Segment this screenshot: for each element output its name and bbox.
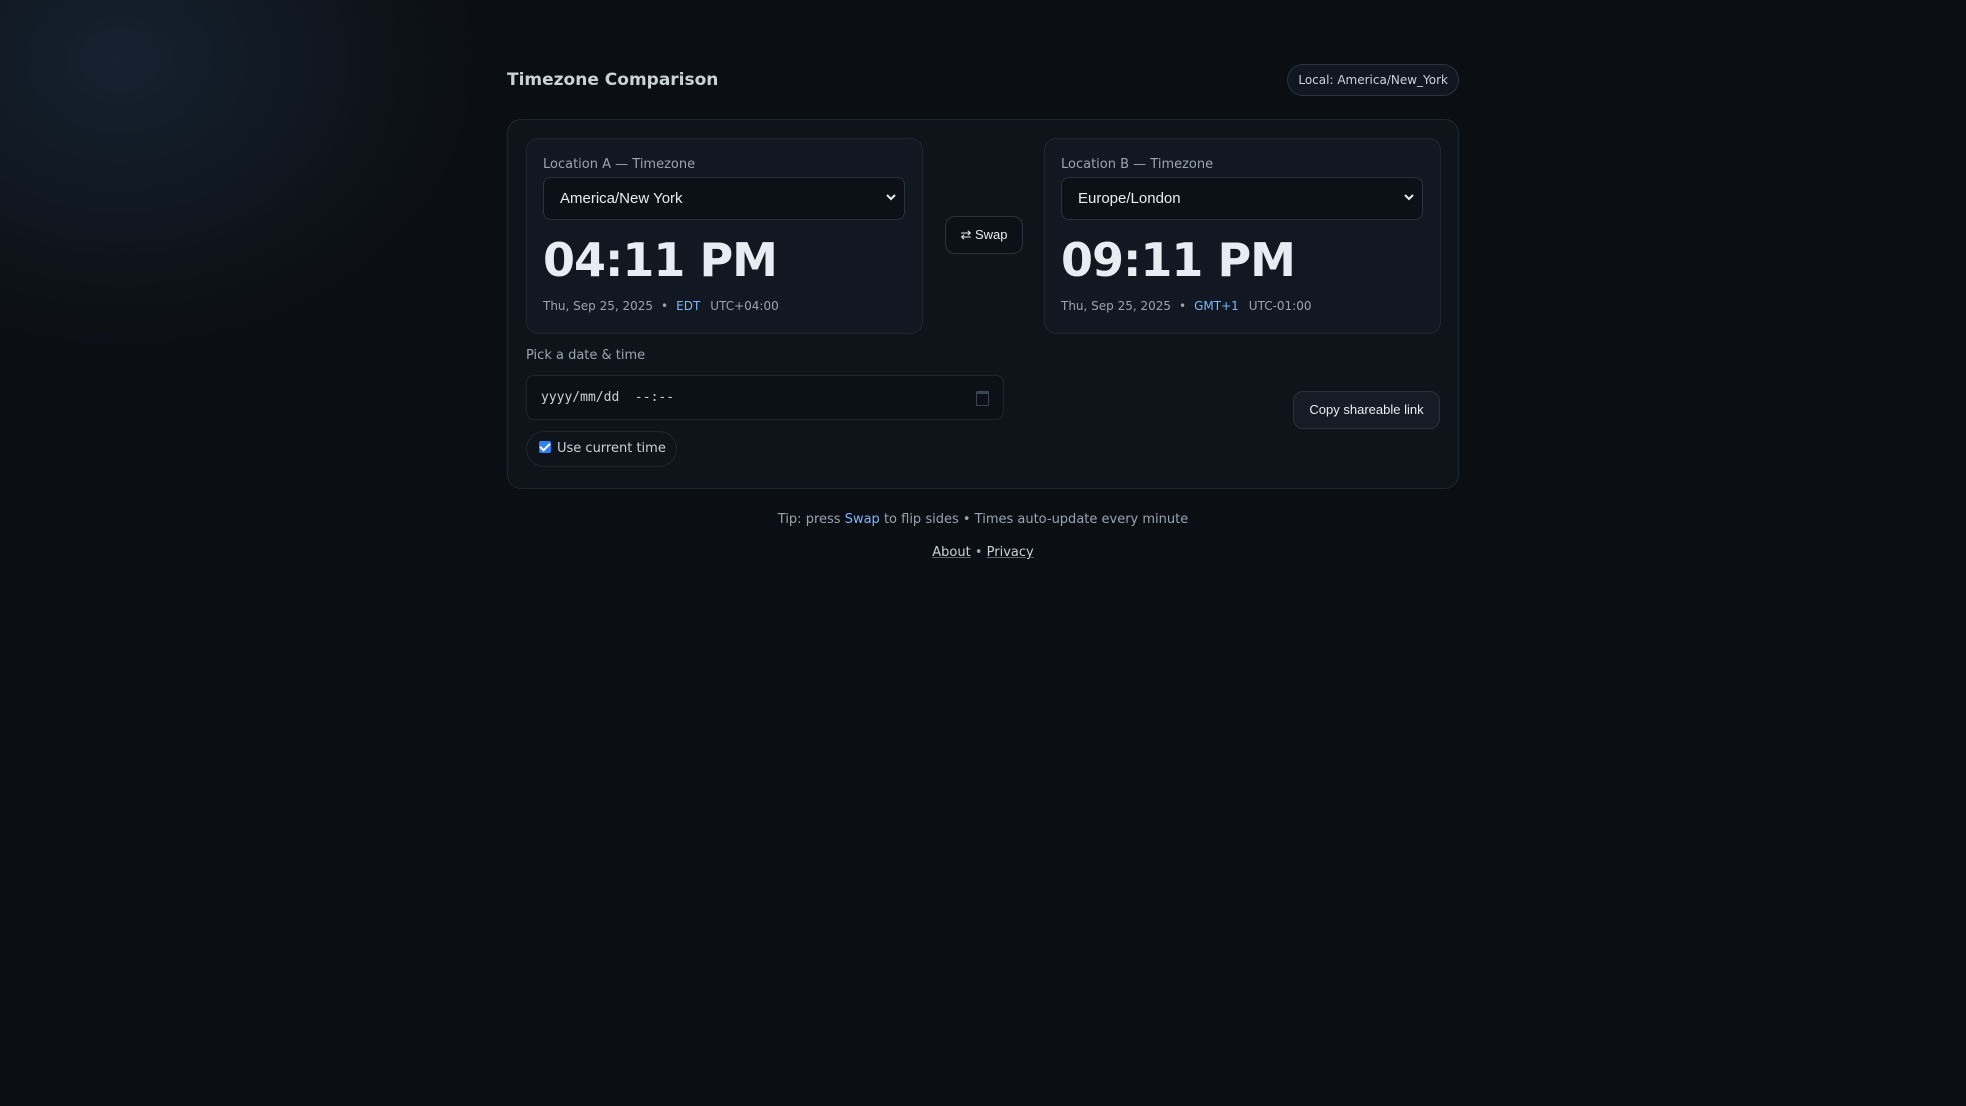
location-a-selected-value: America/New York [560, 190, 683, 207]
footer: About • Privacy [507, 545, 1459, 560]
use-current-time-toggle[interactable]: Use current time [526, 431, 677, 467]
datetime-input-placeholder: yyyy/mm/dd --:-- [541, 390, 675, 405]
privacy-link[interactable]: Privacy [987, 545, 1034, 560]
about-link[interactable]: About [932, 545, 970, 560]
location-b-date: Thu, Sep 25, 2025 [1061, 299, 1172, 313]
use-current-time-label: Use current time [557, 441, 666, 456]
tip-text: Tip: press Swap to flip sides • Times au… [507, 512, 1459, 527]
location-a-date: Thu, Sep 25, 2025 [543, 299, 654, 313]
tip-highlight: Swap [844, 512, 880, 527]
datetime-picker-label: Pick a date & time [526, 348, 646, 363]
chevron-down-icon [1404, 178, 1414, 236]
tip-suffix: to flip sides • Times auto-update every … [883, 512, 1189, 527]
local-timezone-badge: Local: America/New_York [1287, 64, 1459, 96]
use-current-time-checkbox[interactable] [539, 441, 551, 453]
footer-separator: • [974, 545, 983, 560]
location-a-abbreviation: EDT [676, 299, 701, 313]
chevron-down-icon [886, 178, 896, 236]
location-b-card: Location B — Timezone Europe/London 09:1… [1044, 138, 1441, 334]
location-b-offset: UTC-01:00 [1248, 299, 1312, 313]
location-a-card: Location A — Timezone America/New York 0… [526, 138, 923, 334]
swap-arrows-icon: ⇄ [960, 227, 972, 242]
location-b-meta: Thu, Sep 25, 2025 • GMT+1 UTC-01:00 [1061, 299, 1312, 313]
swap-button-label: Swap [975, 227, 1008, 242]
app-container: Timezone Comparison Local: America/New_Y… [507, 64, 1459, 560]
datetime-input[interactable]: yyyy/mm/dd --:-- [526, 375, 1004, 420]
separator-dot: • [1179, 299, 1187, 313]
location-b-timezone-select[interactable]: Europe/London [1061, 177, 1423, 220]
location-b-time: 09:11 PM [1061, 233, 1296, 287]
separator-dot: • [661, 299, 669, 313]
location-a-offset: UTC+04:00 [710, 299, 779, 313]
copy-shareable-link-button[interactable]: Copy shareable link [1293, 391, 1440, 429]
location-a-label: Location A — Timezone [543, 157, 696, 172]
location-b-label: Location B — Timezone [1061, 157, 1214, 172]
calendar-icon[interactable] [976, 391, 989, 406]
page-title: Timezone Comparison [507, 70, 719, 90]
comparison-panel: Location A — Timezone America/New York 0… [507, 119, 1459, 489]
location-a-timezone-select[interactable]: America/New York [543, 177, 905, 220]
swap-button[interactable]: ⇄ Swap [945, 216, 1023, 254]
location-a-time: 04:11 PM [543, 233, 778, 287]
location-a-meta: Thu, Sep 25, 2025 • EDT UTC+04:00 [543, 299, 779, 313]
tip-prefix: Tip: press [777, 512, 841, 527]
location-b-selected-value: Europe/London [1078, 190, 1181, 207]
header: Timezone Comparison Local: America/New_Y… [507, 64, 1459, 98]
location-b-abbreviation: GMT+1 [1194, 299, 1239, 313]
